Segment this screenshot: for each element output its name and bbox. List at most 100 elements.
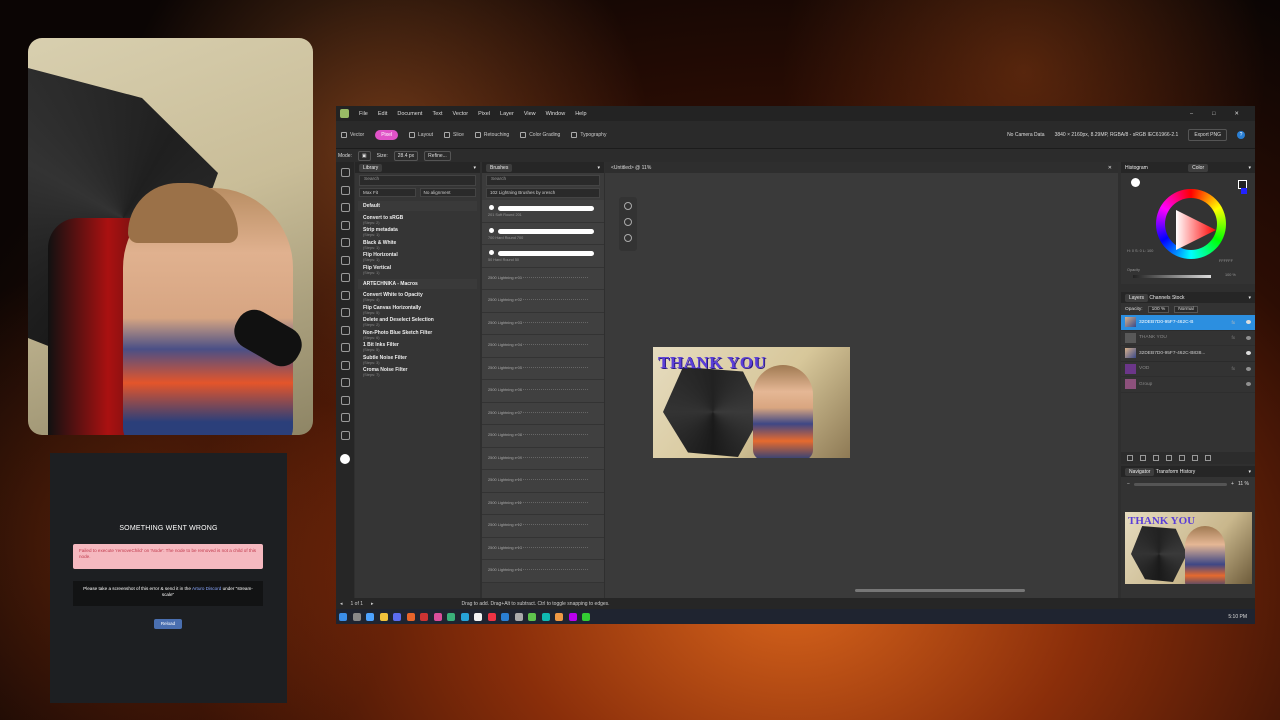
adjustment-icon[interactable] [1153, 455, 1159, 461]
zoom-slider[interactable] [1133, 482, 1228, 486]
app-icon[interactable] [433, 612, 442, 621]
hex-value[interactable]: FFFFFF [1219, 259, 1233, 263]
reload-button[interactable]: Reload [154, 619, 182, 629]
primary-color-swatch[interactable] [1131, 178, 1140, 187]
refine-button[interactable]: Refine... [424, 150, 451, 161]
persona-vector[interactable]: Vector [341, 131, 364, 138]
visibility-icon[interactable] [1246, 366, 1251, 371]
zoom-value[interactable]: 11 % [1238, 481, 1249, 487]
menu-text[interactable]: Text [432, 111, 442, 117]
app-icon[interactable] [501, 612, 509, 621]
brushes-tab[interactable]: Brushes [486, 163, 513, 172]
dodge-tool-icon[interactable] [340, 325, 350, 335]
stock-tab[interactable]: Stock [1172, 295, 1185, 301]
color-swatch[interactable] [340, 454, 350, 464]
discord-link[interactable]: Arturo Discord [192, 586, 221, 591]
menu-help[interactable]: Help [575, 111, 586, 117]
layer-row[interactable]: 32DEB7D0-95F7-462C-B fx [1121, 315, 1255, 331]
channels-tab[interactable]: Channels [1149, 295, 1170, 301]
zoom-out-icon[interactable]: − [1127, 481, 1130, 487]
horizontal-scrollbar[interactable] [855, 589, 1025, 592]
next-page-icon[interactable]: ▸ [371, 601, 374, 607]
selection-brush-icon[interactable] [340, 203, 350, 212]
maximize-icon[interactable]: □ [1212, 111, 1215, 117]
brush-item[interactable]: 50 Hard Round 50 [482, 245, 604, 268]
brush-item[interactable]: 2500 Lightning x 13 [482, 537, 604, 560]
brush-item[interactable]: 2500 Lightning x 07 [482, 402, 604, 425]
persona-color-grading[interactable]: Color Grading [520, 131, 560, 138]
layer-row[interactable]: 32DEB7D0-95F7-462C-B838... [1121, 346, 1255, 362]
app-icon[interactable] [487, 612, 496, 621]
color-triangle[interactable] [1176, 210, 1216, 250]
export-button[interactable]: Export PNG [1188, 128, 1227, 141]
text-tool-icon[interactable] [340, 395, 350, 405]
settings-icon[interactable] [624, 202, 632, 210]
app-icon[interactable] [528, 612, 536, 621]
brush-item[interactable]: 2500 Lightning x 09 [482, 447, 604, 470]
app-icon[interactable] [541, 612, 550, 621]
prev-page-icon[interactable]: ◂ [340, 601, 343, 607]
mode-selector[interactable]: ▣ [357, 150, 371, 161]
transform-tab[interactable]: Transform [1156, 469, 1179, 475]
macro-group-artechnika[interactable]: ARTECHNIKA - Macros [358, 278, 477, 289]
brush-item[interactable]: 2500 Lightning x 02 [482, 290, 604, 313]
menu-document[interactable]: Document [397, 111, 422, 117]
eyedropper-icon[interactable] [340, 255, 350, 265]
rotate-icon[interactable] [624, 218, 632, 226]
persona-slice[interactable]: Slice [444, 131, 464, 138]
alignment-select[interactable]: No alignment [419, 188, 476, 197]
app-icon[interactable] [582, 612, 590, 621]
app-icon[interactable] [447, 612, 455, 621]
brush-category-select[interactable]: 102 Lightning Brushes by xresch [486, 188, 600, 198]
menu-vector[interactable]: Vector [453, 111, 469, 117]
marquee-tool-icon[interactable] [340, 220, 350, 230]
visibility-icon[interactable] [1246, 351, 1251, 356]
erase-brush-icon[interactable] [340, 290, 350, 300]
brush-item[interactable]: 2500 Lightning x 05 [482, 357, 604, 380]
brush-item[interactable]: 2500 Lightning x 08 [482, 425, 604, 448]
help-icon[interactable]: ? [1237, 130, 1245, 139]
zoom-in-icon[interactable]: + [1231, 481, 1234, 487]
add-mask-icon[interactable] [1140, 455, 1146, 461]
live-filter-icon[interactable] [1166, 455, 1172, 461]
persona-pixel[interactable]: Pixel [375, 129, 399, 140]
persona-typography[interactable]: Typography [571, 131, 606, 138]
visibility-icon[interactable] [1246, 382, 1251, 387]
app-icon[interactable] [393, 612, 401, 621]
move-tool-icon[interactable] [340, 168, 350, 177]
brush-item[interactable]: 2500 Lightning x 03 [482, 312, 604, 335]
fx-icon[interactable]: fx [1231, 335, 1235, 340]
layers-tab[interactable]: Layers [1125, 293, 1149, 302]
crop-tool-icon[interactable] [340, 238, 350, 247]
opacity-slider[interactable] [1133, 275, 1211, 278]
color-tab[interactable]: Color [1188, 163, 1209, 172]
fx-icon[interactable]: fx [1231, 320, 1235, 325]
menu-view[interactable]: View [524, 111, 536, 117]
brush-item[interactable]: 2500 Lightning x 01 [482, 267, 604, 290]
app-icon[interactable] [568, 612, 577, 621]
persona-layout[interactable]: Layout [409, 131, 433, 138]
layer-options-icon[interactable] [1127, 455, 1133, 461]
color-swap-icon[interactable] [1241, 188, 1247, 194]
histogram-tab[interactable]: Histogram [1125, 165, 1148, 171]
system-clock[interactable]: 5:10 PM [1228, 614, 1255, 620]
document-tab[interactable]: <Untitled> @ 11% ✕ [605, 162, 1118, 173]
chevron-down-icon[interactable]: ▾ [597, 165, 600, 171]
chevron-down-icon[interactable]: ▾ [1248, 469, 1251, 475]
macro-group-default[interactable]: Default [358, 201, 477, 211]
brush-item[interactable]: 2500 Lightning x 10 [482, 470, 604, 493]
group-icon[interactable] [1179, 455, 1185, 461]
app-icon[interactable] [406, 612, 415, 621]
delete-layer-icon[interactable] [1205, 455, 1211, 461]
history-tab[interactable]: History [1180, 469, 1196, 475]
canvas-area[interactable]: <Untitled> @ 11% ✕ THANK YOU [605, 162, 1118, 598]
layer-row[interactable]: VOD fx [1121, 362, 1255, 377]
add-layer-icon[interactable] [1192, 455, 1198, 461]
chevron-down-icon[interactable]: ▾ [473, 165, 476, 171]
pen-tool-icon[interactable] [340, 360, 350, 370]
navigator-preview[interactable]: THANK YOU [1125, 512, 1252, 584]
fill-tool-icon[interactable] [340, 308, 350, 317]
close-icon[interactable]: ✕ [1234, 111, 1239, 117]
shape-tool-icon[interactable] [340, 378, 350, 387]
taskview-icon[interactable] [366, 612, 374, 621]
